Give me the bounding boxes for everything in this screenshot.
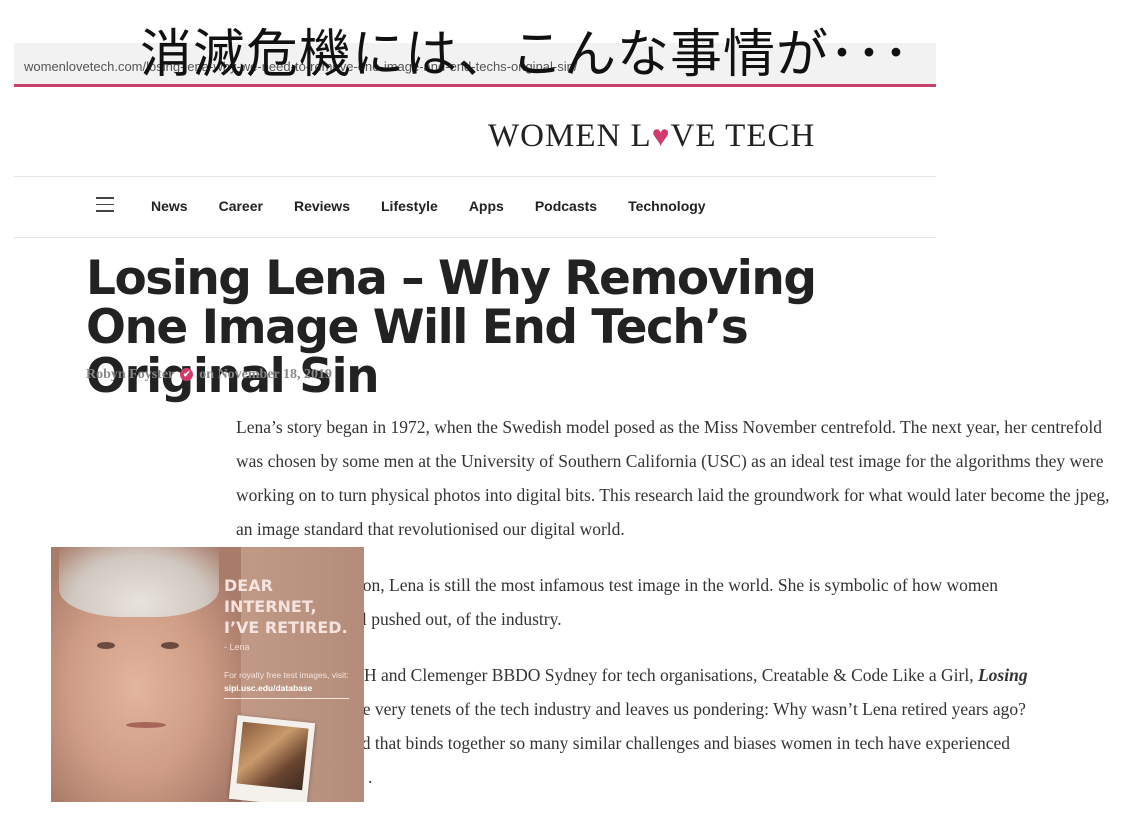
woman-portrait [51, 547, 241, 802]
nav-items: News Career Reviews Lifestyle Apps Podca… [151, 198, 737, 214]
nav-item-technology[interactable]: Technology [628, 198, 706, 214]
paragraph-3-text: H and Clemenger BBDO Sydney for tech org… [364, 665, 974, 685]
nav-item-news[interactable]: News [151, 198, 188, 214]
mouth [126, 722, 166, 728]
ad-divider [224, 698, 349, 699]
heart-icon: ♥ [651, 120, 671, 153]
main-navigation: News Career Reviews Lifestyle Apps Podca… [14, 176, 936, 238]
retirement-ad-image[interactable]: DEAR INTERNET, I’VE RETIRED. - Lena For … [51, 547, 364, 802]
polaroid-image [236, 721, 309, 791]
ad-signature: - Lena [224, 642, 250, 652]
byline: Robyn Foyster ✔ on November 18, 2019 [86, 367, 332, 383]
paragraph-2-line-1: ars on, Lena is still the most infamous … [338, 575, 999, 595]
paragraph-3-line-4: . [368, 767, 373, 787]
logo-text-left: WOMEN L [488, 118, 652, 154]
paragraph-1: Lena’s story began in 1972, when the Swe… [236, 417, 1110, 539]
nav-item-lifestyle[interactable]: Lifestyle [381, 198, 438, 214]
paragraph-2-line-2: l pushed out, of the industry. [362, 609, 562, 629]
author-link[interactable]: Robyn Foyster [86, 367, 174, 382]
lena-polaroid-photo [228, 715, 316, 802]
ad-text-body: For royalty free test images, visit: [224, 670, 349, 680]
site-logo[interactable]: WOMEN L♥VE TECH [488, 118, 815, 155]
nav-item-reviews[interactable]: Reviews [294, 198, 350, 214]
paragraph-3-line-3: ad that binds together so many similar c… [354, 733, 1011, 753]
hair [59, 547, 219, 617]
slide-caption: 消滅危機には、こんな事情が･･･ [140, 25, 911, 85]
logo-text-right: VE TECH [670, 118, 816, 154]
right-eye [161, 642, 179, 649]
article-body: Lena’s story began in 1972, when the Swe… [236, 410, 1116, 816]
hamburger-menu-icon[interactable] [96, 197, 114, 212]
left-eye [97, 642, 115, 649]
verified-check-icon: ✔ [180, 368, 194, 381]
losing-lena-link[interactable]: Losing [978, 665, 1028, 685]
paragraph-3-line-2: he very tenets of the tech industry and … [354, 699, 1026, 719]
nav-item-career[interactable]: Career [219, 198, 263, 214]
ad-headline: DEAR INTERNET, I’VE RETIRED. [224, 576, 348, 637]
ad-link[interactable]: sipi.usc.edu/database [224, 683, 312, 693]
nav-item-apps[interactable]: Apps [469, 198, 504, 214]
paragraph-3-line-1: H and Clemenger BBDO Sydney for tech org… [364, 658, 1116, 692]
ad-text: For royalty free test images, visit: sip… [224, 669, 354, 695]
nav-item-podcasts[interactable]: Podcasts [535, 198, 597, 214]
publish-date: on November 18, 2019 [199, 367, 333, 382]
